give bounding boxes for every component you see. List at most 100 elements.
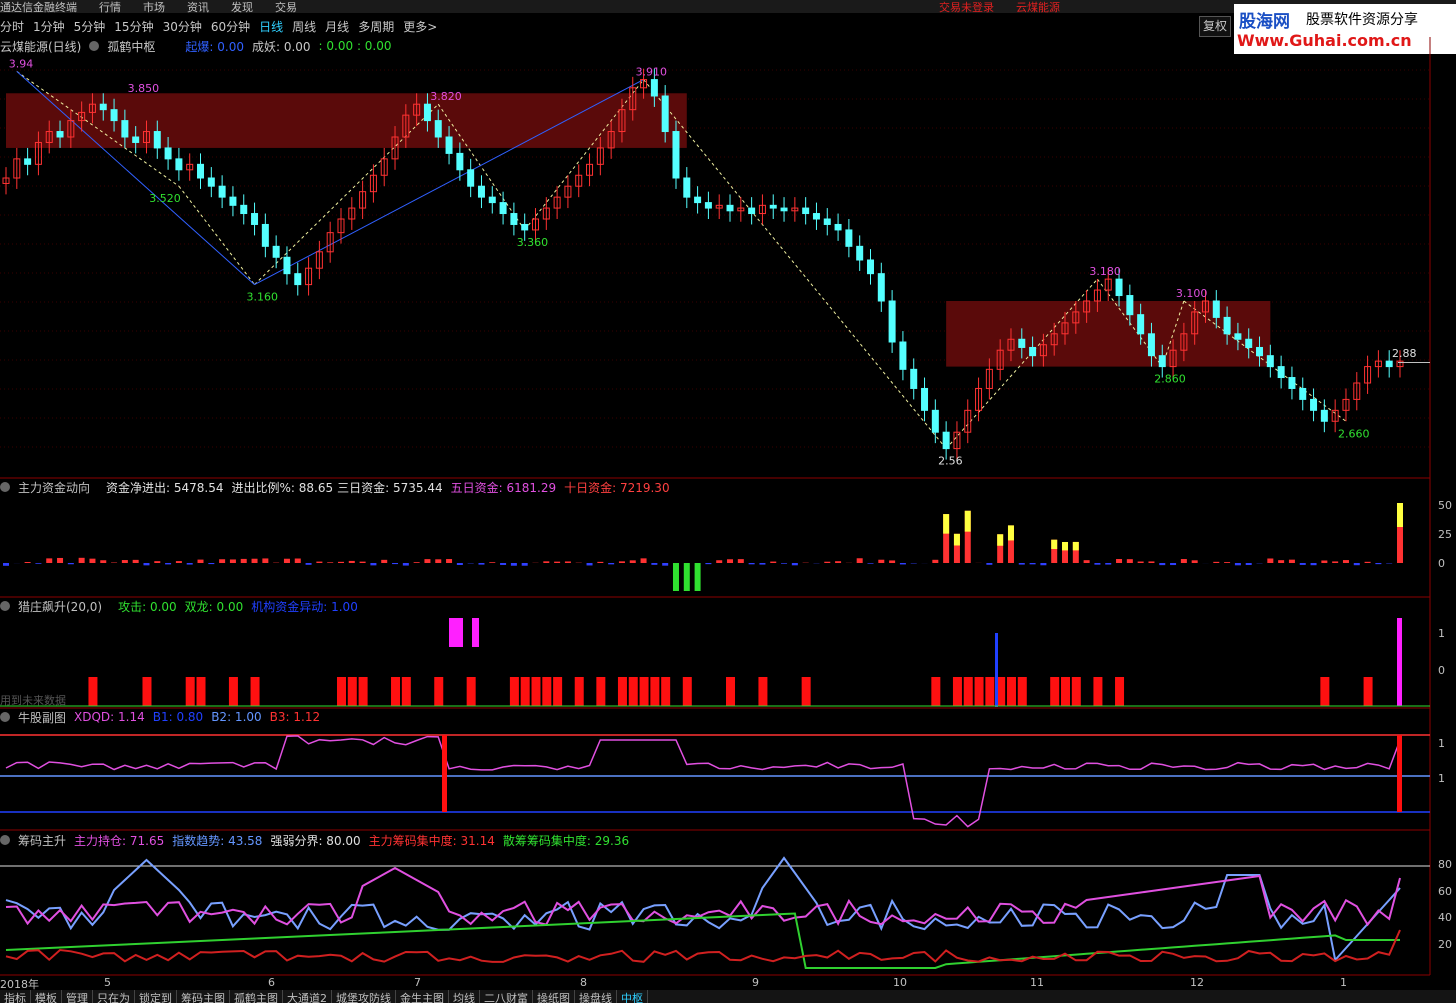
- bottom-tab[interactable]: 只在为: [93, 990, 135, 1003]
- bottom-tab[interactable]: 孤鹤主图: [230, 990, 283, 1003]
- candle-body: [56, 131, 64, 138]
- volume-bar: [175, 561, 182, 563]
- signal-bar: [531, 677, 541, 706]
- volume-bar-top: [943, 514, 950, 534]
- volume-bar: [121, 560, 128, 563]
- candle-body: [672, 131, 680, 179]
- candle-body: [294, 273, 302, 286]
- bottom-tab[interactable]: 锁定到: [135, 990, 177, 1003]
- indicator-name: 孤鹤中枢: [107, 39, 156, 54]
- volume-bar: [424, 559, 431, 563]
- signal-bar: [963, 677, 973, 706]
- volume-bar: [1116, 559, 1123, 563]
- volume-bar: [727, 559, 734, 563]
- volume-bar: [489, 562, 496, 563]
- scale-label: 40: [1438, 911, 1452, 924]
- signal-bar: [347, 677, 357, 706]
- volume-bar: [1278, 560, 1285, 563]
- panel3-name: 猎庄飙升(20,0): [18, 599, 103, 614]
- bottom-tab[interactable]: 模板: [31, 990, 62, 1003]
- volume-bar: [748, 563, 755, 565]
- candle-body: [856, 245, 864, 261]
- price-label: 3.160: [247, 291, 279, 304]
- candle-body: [1277, 366, 1285, 379]
- bottom-tab[interactable]: 指标: [0, 990, 31, 1003]
- attack-bar: [472, 618, 479, 647]
- signal-bar: [509, 677, 519, 706]
- candle-body: [661, 95, 669, 133]
- pivot-zone: [946, 301, 1271, 367]
- signal-bar: [931, 677, 941, 706]
- volume-bar: [878, 559, 885, 563]
- bottom-tab[interactable]: 中枢: [617, 990, 648, 1003]
- collapse-icon[interactable]: [0, 712, 10, 722]
- volume-bar: [1213, 561, 1220, 563]
- scale-label: 1: [1438, 772, 1445, 785]
- bottom-tab[interactable]: 筹码主图: [177, 990, 230, 1003]
- candle-body: [942, 431, 950, 450]
- volume-bar-top: [953, 533, 960, 546]
- signal-bar: [758, 677, 768, 706]
- bottom-tab[interactable]: 二八财富: [480, 990, 533, 1003]
- collapse-icon[interactable]: [0, 482, 10, 492]
- candle-body: [823, 218, 831, 225]
- volume-bar: [1375, 563, 1382, 565]
- bottom-tabs: 指标 模板 管理 只在为 锁定到 筹码主图 孤鹤主图 大通道2 城堡攻防线 金生主图 均线 二八财富操…: [0, 990, 1456, 1003]
- panel5-f4: 主力筹码集中度: 31.14: [368, 833, 495, 848]
- candle-body: [1029, 346, 1037, 357]
- scale-label: 50: [1438, 499, 1452, 512]
- volume-bar: [478, 563, 485, 565]
- date-axis: 2018年 5 6 7 8 9 10 11 12 1: [0, 976, 1430, 991]
- bottom-tab[interactable]: 操纸图: [533, 990, 575, 1003]
- signal-bar: [336, 677, 346, 706]
- volume-bar: [510, 563, 517, 566]
- volume-bar: [662, 563, 669, 566]
- bottom-tab[interactable]: 均线: [449, 990, 480, 1003]
- signal-bar: [434, 677, 444, 706]
- volume-bar: [381, 559, 388, 563]
- panel5-f1: 主力持仓: 71.65: [74, 833, 165, 848]
- candle-body: [240, 204, 248, 215]
- main-panel-title: 云煤能源(日线) 孤鹤中枢 起爆: 0.00 成妖: 0.00 : 0.00 :…: [0, 38, 400, 54]
- scale-label: 60: [1438, 885, 1452, 898]
- candle-body: [132, 136, 140, 143]
- qibao-value: 起爆: 0.00: [185, 39, 244, 54]
- bottom-tab[interactable]: 城堡攻防线: [332, 990, 396, 1003]
- candle-body: [866, 259, 874, 275]
- attack-bar: [1397, 618, 1402, 706]
- bottom-tab[interactable]: 大通道2: [283, 990, 332, 1003]
- volume-bar-top: [1051, 539, 1058, 550]
- signal-bar: [801, 677, 811, 706]
- volume-bar: [986, 563, 993, 565]
- zigzag-line: [178, 185, 255, 285]
- volume-bar: [219, 559, 226, 563]
- volume-bar: [283, 558, 290, 563]
- candle-body: [121, 120, 129, 138]
- collapse-icon[interactable]: [0, 835, 10, 845]
- collapse-icon[interactable]: [0, 601, 10, 611]
- bottom-tab[interactable]: 金生主图: [396, 990, 449, 1003]
- volume-bar: [435, 559, 442, 563]
- candle-body: [197, 163, 205, 179]
- candle-body: [99, 103, 107, 111]
- candle-body: [1299, 387, 1307, 400]
- price-label: 3.850: [128, 82, 159, 95]
- volume-bar: [705, 563, 712, 565]
- candle-body: [445, 136, 453, 154]
- volume-bar: [1018, 563, 1025, 565]
- chart-canvas[interactable]: 3.94 3.850 3.520 3.820 3.160 3.360 3.910 3.180 3…: [0, 0, 1456, 1003]
- volume-bar: [1083, 560, 1090, 563]
- volume-bar: [737, 559, 744, 563]
- scale-label: 1: [1438, 737, 1445, 750]
- signal-bar: [1050, 677, 1060, 706]
- volume-bar: [1126, 559, 1133, 563]
- volume-bar: [521, 563, 528, 566]
- price-label: 3.360: [517, 236, 549, 249]
- collapse-icon[interactable]: [89, 41, 100, 51]
- candle-body: [726, 204, 734, 212]
- candle-body: [1147, 333, 1155, 357]
- volume-bar: [1180, 559, 1187, 563]
- volume-bar: [640, 558, 647, 563]
- bottom-tab[interactable]: 管理: [62, 990, 93, 1003]
- bottom-tab[interactable]: 操盘线: [575, 990, 617, 1003]
